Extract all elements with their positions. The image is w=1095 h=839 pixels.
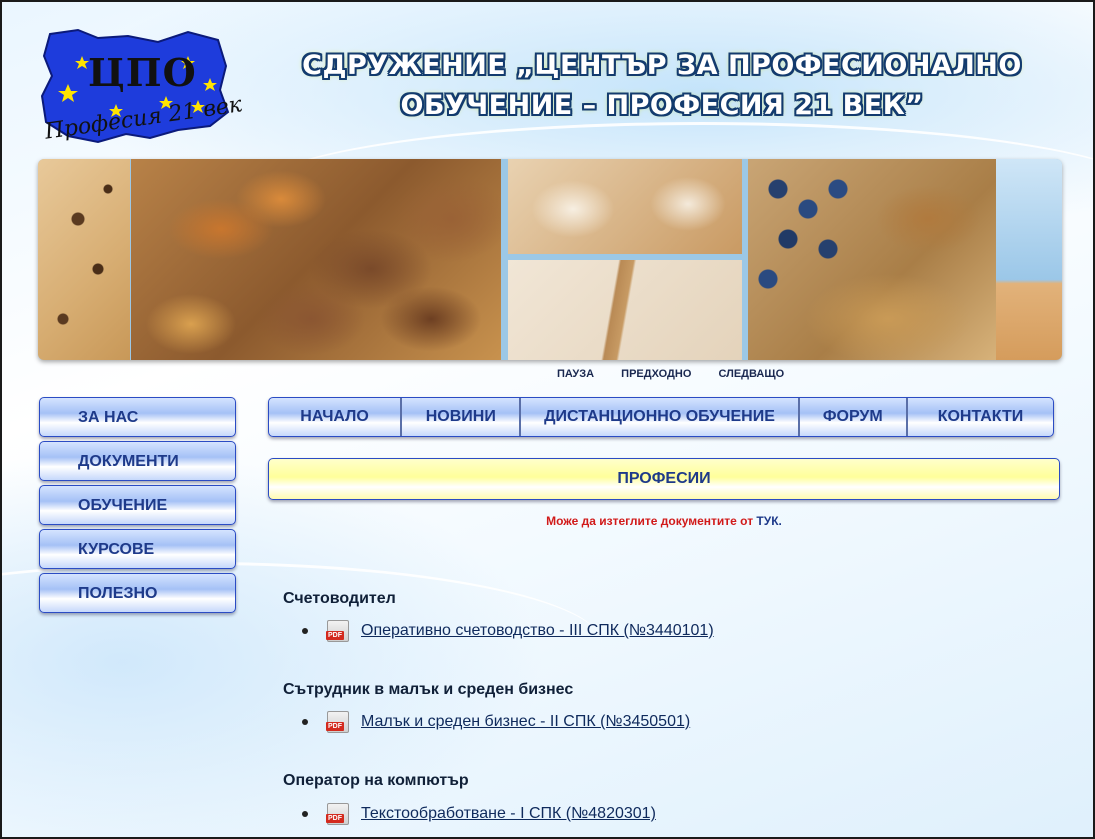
slider-pause-button[interactable]: ПАУЗА — [557, 368, 594, 380]
download-link[interactable]: ТУК — [756, 514, 778, 528]
download-notice: Може да изтеглите документите от ТУК. — [268, 514, 1060, 528]
list-item: Малък и среден бизнес - II СПК (№3450501… — [302, 710, 690, 734]
section-header-professions: ПРОФЕСИИ — [268, 458, 1060, 500]
bullet-icon — [302, 628, 308, 634]
site-logo[interactable]: ЦПО Професия 21 век — [38, 26, 244, 152]
nav-item-forum[interactable]: ФОРУМ — [800, 398, 908, 436]
sidebar-item-about[interactable]: ЗА НАС — [39, 397, 236, 437]
top-navigation: НАЧАЛО НОВИНИ ДИСТАНЦИОННО ОБУЧЕНИЕ ФОРУ… — [268, 397, 1054, 437]
nav-item-distance-learning[interactable]: ДИСТАНЦИОННО ОБУЧЕНИЕ — [521, 398, 800, 436]
banner-image-flour — [508, 260, 742, 360]
banner-image-bread — [131, 159, 501, 360]
nav-item-news[interactable]: НОВИНИ — [402, 398, 522, 436]
pdf-icon — [326, 620, 349, 642]
sidebar-item-courses[interactable]: КУРСОВЕ — [39, 529, 236, 569]
download-notice-text: Може да изтеглите документите от — [546, 514, 757, 528]
pdf-icon — [326, 803, 349, 825]
download-notice-end: . — [778, 514, 782, 528]
nav-item-home[interactable]: НАЧАЛО — [269, 398, 403, 436]
profession-title: Сътрудник в малък и среден бизнес — [283, 681, 574, 698]
sidebar-item-training[interactable]: ОБУЧЕНИЕ — [39, 485, 236, 525]
document-link[interactable]: Текстообработване - I СПК (№4820301) — [361, 805, 656, 823]
slider-controls: ПАУЗА ПРЕДХОДНО СЛЕДВАЩО — [557, 368, 808, 380]
list-item: Оперативно счетоводство - III СПК (№3440… — [302, 619, 714, 643]
slider-prev-button[interactable]: ПРЕДХОДНО — [621, 368, 691, 380]
bullet-icon — [302, 719, 308, 725]
sidebar-item-documents[interactable]: ДОКУМЕНТИ — [39, 441, 236, 481]
profession-title: Счетоводител — [283, 590, 396, 607]
banner-image-cookies — [38, 159, 130, 360]
banner-image-rolls — [508, 159, 742, 254]
logo-text: ЦПО — [88, 50, 197, 95]
pdf-icon — [326, 711, 349, 733]
document-link[interactable]: Оперативно счетоводство - III СПК (№3440… — [361, 622, 714, 640]
page-frame: ЦПО Професия 21 век СДРУЖЕНИЕ „ЦЕНТЪР ЗА… — [0, 0, 1095, 839]
banner-slideshow — [38, 159, 1062, 360]
nav-item-contacts[interactable]: КОНТАКТИ — [908, 398, 1053, 436]
site-title-line2: ОБУЧЕНИЕ – ПРОФЕСИЯ 21 ВЕК” — [400, 90, 924, 121]
list-item: Текстообработване - I СПК (№4820301) — [302, 802, 656, 826]
document-link[interactable]: Малък и среден бизнес - II СПК (№3450501… — [361, 713, 690, 731]
site-title: СДРУЖЕНИЕ „ЦЕНТЪР ЗА ПРОФЕСИОНАЛНО ОБУЧЕ… — [282, 46, 1042, 126]
bullet-icon — [302, 811, 308, 817]
banner-image-blueberry-muffin — [748, 159, 996, 360]
sidebar-item-useful[interactable]: ПОЛЕЗНО — [39, 573, 236, 613]
site-title-line1: СДРУЖЕНИЕ „ЦЕНТЪР ЗА ПРОФЕСИОНАЛНО — [302, 50, 1022, 81]
banner-image-sky — [996, 159, 1062, 360]
slider-next-button[interactable]: СЛЕДВАЩО — [718, 368, 784, 380]
profession-title: Оператор на компютър — [283, 772, 469, 789]
